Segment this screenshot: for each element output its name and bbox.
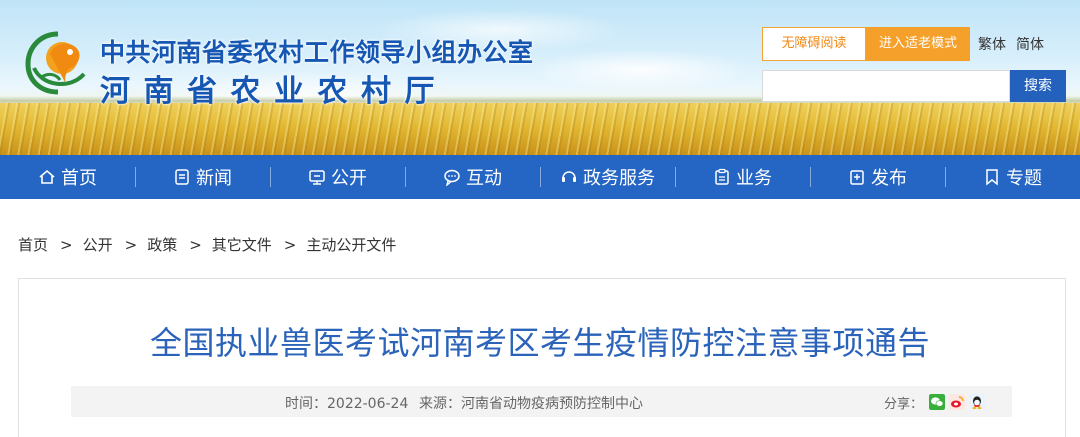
nav-item-label: 首页 — [61, 168, 97, 189]
main-nav: 首页 新闻 公开 互动 政务服务 业务 发布 专题 — [0, 155, 1080, 199]
share-label: 分享： — [884, 397, 924, 412]
search-input[interactable] — [762, 70, 1010, 102]
open-icon — [308, 168, 326, 186]
nav-item-special[interactable]: 专题 — [945, 155, 1080, 199]
breadcrumb: 首页 > 公开 > 政策 > 其它文件 > 主动公开文件 — [18, 234, 396, 255]
site-title-line1: 中共河南省委农村工作领导小组办公室 — [100, 38, 534, 67]
breadcrumb-open[interactable]: 公开 — [83, 236, 113, 254]
breadcrumb-policy[interactable]: 政策 — [147, 236, 177, 254]
site-logo — [25, 31, 86, 95]
clipboard-icon — [713, 168, 731, 186]
article-time: 时间：2022-06-24 — [285, 396, 409, 412]
wechat-icon[interactable] — [929, 394, 945, 410]
banner-wheat-field — [0, 103, 1080, 155]
article-title: 全国执业兽医考试河南考区考生疫情防控注意事项通告 — [149, 324, 930, 362]
nav-item-business[interactable]: 业务 — [675, 155, 810, 199]
header-banner: 中共河南省委农村工作领导小组办公室 河南省农业农村厅 无障碍阅读 进入适老模式 … — [0, 0, 1080, 155]
nav-item-label: 公开 — [331, 168, 367, 189]
breadcrumb-other-files[interactable]: 其它文件 — [212, 236, 272, 254]
breadcrumb-public-files[interactable]: 主动公开文件 — [306, 236, 396, 254]
breadcrumb-separator: > — [189, 236, 202, 254]
site-title-line2: 河南省农业农村厅 — [100, 74, 448, 109]
nav-item-label: 专题 — [1006, 168, 1042, 189]
accessibility-reading-button[interactable]: 无障碍阅读 — [762, 27, 866, 61]
nav-item-gov-service[interactable]: 政务服务 — [540, 155, 675, 199]
service-icon — [560, 168, 578, 186]
chat-icon — [443, 168, 461, 186]
traditional-chinese-link[interactable]: 繁体 — [978, 34, 1006, 54]
elder-mode-button[interactable]: 进入适老模式 — [866, 27, 970, 61]
nav-item-label: 新闻 — [196, 168, 232, 189]
nav-item-interact[interactable]: 互动 — [405, 155, 540, 199]
breadcrumb-separator: > — [124, 236, 138, 254]
nav-item-news[interactable]: 新闻 — [135, 155, 270, 199]
qq-icon[interactable] — [969, 394, 985, 410]
nav-item-label: 业务 — [736, 168, 772, 189]
nav-item-open[interactable]: 公开 — [270, 155, 405, 199]
nav-item-home[interactable]: 首页 — [0, 155, 135, 199]
home-icon — [38, 168, 56, 186]
nav-item-label: 政务服务 — [583, 168, 655, 189]
nav-item-publish[interactable]: 发布 — [810, 155, 945, 199]
breadcrumb-separator: > — [60, 236, 73, 254]
publish-icon — [848, 168, 866, 186]
bookmark-icon — [983, 168, 1001, 186]
breadcrumb-home[interactable]: 首页 — [18, 236, 48, 254]
article-source: 来源：河南省动物疫病预防控制中心 — [419, 396, 643, 412]
simplified-chinese-link[interactable]: 简体 — [1016, 34, 1044, 54]
weibo-icon[interactable] — [949, 394, 965, 410]
search-button[interactable]: 搜索 — [1010, 70, 1066, 102]
nav-item-label: 互动 — [466, 168, 502, 189]
news-icon — [173, 168, 191, 186]
nav-item-label: 发布 — [871, 168, 907, 189]
breadcrumb-separator: > — [283, 236, 297, 254]
